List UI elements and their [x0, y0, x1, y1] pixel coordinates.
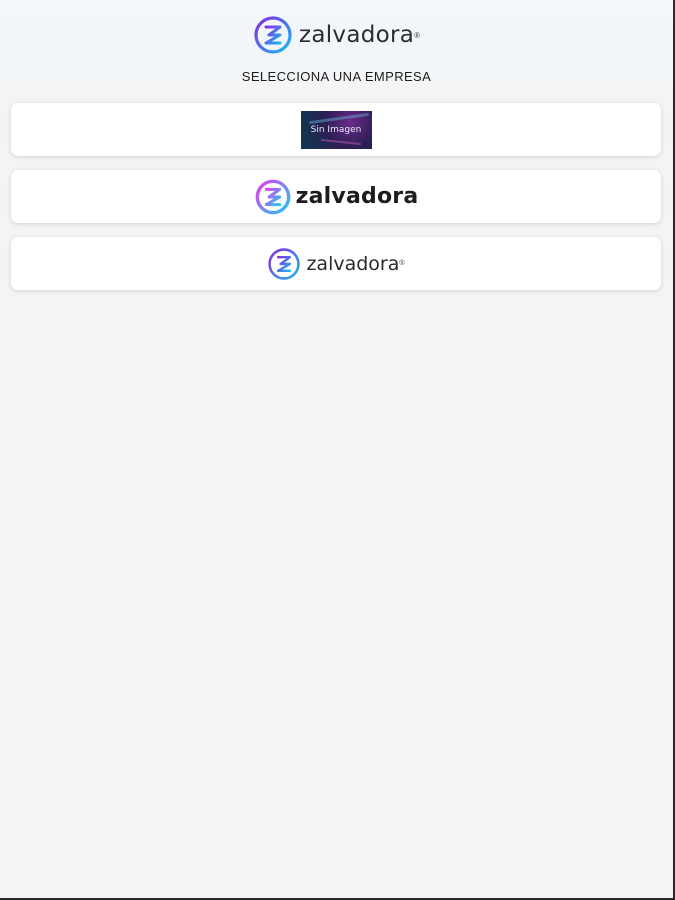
page-title: SELECCIONA UNA EMPRESA [241, 69, 432, 84]
header: zalvadora ® SELECCIONA UNA EMPRESA [0, 0, 673, 95]
brand-logo: zalvadora ® [253, 14, 420, 56]
company-card-zalvadora-bold[interactable]: zalvadora [11, 170, 661, 223]
company-logo-bold: zalvadora [254, 178, 419, 216]
brand-name: zalvadora [298, 22, 415, 48]
no-image-label: Sin Imagen [310, 124, 362, 135]
company-card-zalvadora[interactable]: zalvadora ® [11, 237, 661, 290]
company-list: Sin Imagen zalvadora zalvadora ® [0, 95, 673, 290]
registered-mark: ® [399, 260, 405, 267]
company-card-no-image[interactable]: Sin Imagen [11, 103, 661, 156]
company-logo-light: zalvadora ® [267, 247, 405, 281]
zalvadora-z-logo-icon [268, 247, 301, 280]
registered-mark: ® [414, 30, 421, 40]
company-logo-text: zalvadora [295, 184, 419, 209]
company-logo-text: zalvadora [306, 252, 400, 275]
app-frame: zalvadora ® SELECCIONA UNA EMPRESA Sin Im… [0, 0, 675, 900]
no-image-placeholder: Sin Imagen [300, 110, 372, 149]
zalvadora-z-logo-icon [254, 16, 292, 54]
zalvadora-z-logo-icon [255, 179, 291, 214]
